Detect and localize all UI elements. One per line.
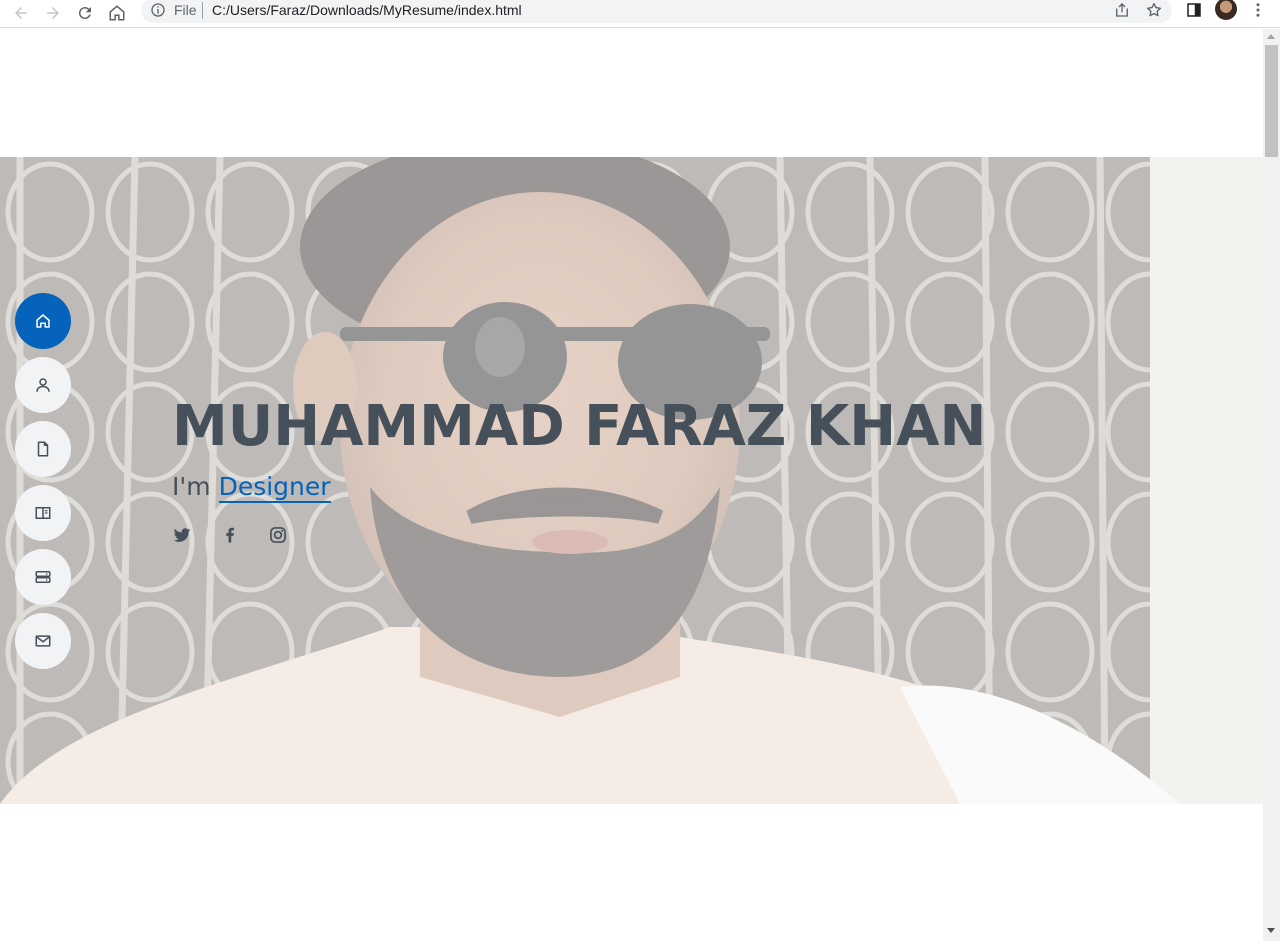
side-panel-icon[interactable]	[1185, 1, 1203, 19]
url-text[interactable]: C:/Users/Faraz/Downloads/MyResume/index.…	[212, 2, 522, 18]
social-links	[172, 525, 1072, 545]
home-icon	[109, 5, 125, 21]
browser-toolbar: File C:/Users/Faraz/Downloads/MyResume/i…	[0, 0, 1280, 28]
tagline-role: Designer	[218, 472, 331, 503]
file-icon	[37, 441, 49, 457]
back-arrow-icon	[15, 7, 27, 19]
page-viewport: MUHAMMAD FARAZ KHAN I'm Designer	[0, 29, 1263, 941]
facebook-link[interactable]	[220, 525, 240, 545]
person-icon	[36, 378, 50, 392]
profile-avatar[interactable]	[1215, 0, 1237, 20]
hero-content: MUHAMMAD FARAZ KHAN I'm Designer	[172, 393, 1072, 545]
facebook-icon	[226, 527, 234, 543]
book-icon	[35, 507, 51, 519]
omnibox-divider	[202, 2, 203, 19]
reload-icon	[78, 7, 91, 20]
tagline-prefix: I'm	[172, 472, 211, 501]
instagram-link[interactable]	[268, 525, 288, 545]
nav-home[interactable]	[15, 293, 71, 349]
reload-button[interactable]	[73, 1, 97, 25]
twitter-icon	[173, 528, 191, 542]
envelope-icon	[35, 635, 51, 647]
home-icon	[36, 314, 50, 328]
nav-resume[interactable]	[15, 421, 71, 477]
back-button[interactable]	[9, 1, 33, 25]
vertical-scrollbar[interactable]	[1263, 29, 1280, 941]
info-icon[interactable]	[150, 2, 166, 18]
bookmark-star-icon[interactable]	[1145, 1, 1163, 19]
nav-contact[interactable]	[15, 613, 71, 669]
instagram-icon	[270, 527, 286, 543]
hero-section: MUHAMMAD FARAZ KHAN I'm Designer	[0, 157, 1263, 804]
hero-name: MUHAMMAD FARAZ KHAN	[172, 394, 987, 459]
url-scheme-label: File	[174, 2, 197, 18]
hero-tagline: I'm Designer	[172, 469, 1072, 505]
address-bar[interactable]: File C:/Users/Faraz/Downloads/MyResume/i…	[141, 0, 1172, 23]
side-navigation	[15, 293, 71, 677]
share-icon[interactable]	[1113, 1, 1131, 19]
scroll-down-arrow-icon[interactable]	[1267, 928, 1275, 933]
server-icon	[35, 571, 51, 583]
home-button[interactable]	[105, 1, 129, 25]
kebab-menu-icon[interactable]	[1249, 1, 1267, 19]
scrollbar-thumb[interactable]	[1265, 45, 1278, 157]
nav-services[interactable]	[15, 549, 71, 605]
forward-arrow-icon	[47, 7, 59, 19]
twitter-link[interactable]	[172, 525, 192, 545]
nav-portfolio[interactable]	[15, 485, 71, 541]
forward-button[interactable]	[41, 1, 65, 25]
nav-about[interactable]	[15, 357, 71, 413]
scroll-up-arrow-icon[interactable]	[1267, 34, 1275, 39]
